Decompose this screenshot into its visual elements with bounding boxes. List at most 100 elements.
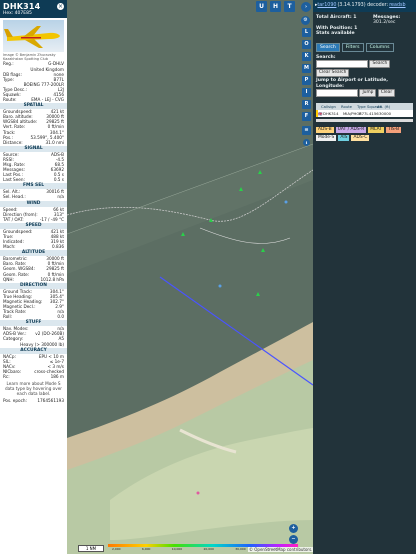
field-value: 1764561193	[37, 398, 64, 404]
field-label: Type:	[3, 76, 15, 82]
scale-tick: 6,000	[141, 547, 151, 551]
airplane-photo-icon	[4, 26, 60, 48]
map-button-h[interactable]: H	[270, 1, 281, 12]
toggle-button-l[interactable]: L	[302, 28, 311, 37]
clear-search-button[interactable]: Clear Search	[316, 69, 350, 78]
column-header[interactable]: Route	[341, 104, 357, 109]
field-row: Heavy (> 300000 lb)	[0, 342, 67, 347]
map-button-t[interactable]: T	[284, 1, 295, 12]
toggle-button-i[interactable]: I	[302, 88, 311, 97]
map-button-u[interactable]: U	[256, 1, 267, 12]
image-credit: Image © Benjamin Zhuravsky Kazakhstan Sp…	[3, 53, 56, 62]
field-label: TAT / OAT:	[3, 216, 24, 222]
field-label: Reg.:	[3, 61, 14, 67]
field-row: TAT / OAT: -17 / -49 °C	[0, 217, 67, 222]
stats-link[interactable]: Stats available	[316, 31, 413, 36]
column-header[interactable]: Alt. (ft)	[377, 104, 392, 109]
legend-item: AIS	[338, 135, 350, 142]
field-label: Route:	[3, 97, 17, 103]
toggle-button-f[interactable]: F	[302, 112, 311, 121]
aircraft-table: Callsign Route Type Squawk Alt. (ft) 🇬🇧 …	[316, 103, 413, 118]
field-label: Pos. epoch:	[3, 398, 27, 404]
field-label: Mach:	[3, 244, 16, 250]
legend-item: MLAT	[368, 127, 384, 134]
field-label: Sel. Head.:	[3, 194, 26, 200]
field-value: 31.0 nmi	[45, 139, 64, 145]
field-row: Mach: 0.836	[0, 244, 67, 249]
legend-item: Mode-S	[316, 135, 337, 142]
field-value: 0.0	[57, 314, 64, 320]
search-panel: Search: Search Clear Search Jump to Airp…	[313, 52, 416, 101]
field-label: Distance:	[3, 139, 23, 145]
map-attribution[interactable]: © OpenStreetMap contributors.	[248, 547, 314, 552]
field-row: Distance: 31.0 nmi	[0, 140, 67, 145]
scale-tick: 2,000	[112, 547, 121, 551]
aircraft-header: DHK314 Hex: 407E85 ×	[0, 0, 67, 18]
cell-squawk: 4156	[369, 111, 379, 117]
tab-columns[interactable]: Columns	[365, 42, 394, 52]
scale-tick: 20,000	[203, 547, 214, 551]
table-scrollbar[interactable]	[316, 119, 413, 123]
toggle-button-p[interactable]: P	[302, 76, 311, 85]
close-icon[interactable]: ×	[57, 3, 64, 10]
field-value: 1012.8 hPa	[40, 276, 64, 282]
cell-type: B77L	[359, 111, 369, 117]
field-value: EMA - LEJ - CVG	[31, 97, 64, 103]
legend-item: ADS-B	[316, 127, 334, 134]
source-legend: ADS-B UAT / ADS-R MLAT TIS-B Mode-S AIS ADS-C	[313, 124, 416, 144]
hex-code: Hex: 407E85	[3, 11, 32, 16]
cell-callsign: DHK314	[323, 111, 339, 117]
collapse-sidebar-icon[interactable]: ›	[301, 2, 311, 12]
table-header: Callsign Route Type Squawk Alt. (ft)	[316, 103, 413, 111]
toggle-button-r[interactable]: R	[302, 100, 311, 109]
scale-tick: 10,000	[171, 547, 183, 551]
zoom-in-button[interactable]: +	[289, 524, 298, 533]
callsign: DHK314	[3, 2, 41, 11]
field-row: Route: EMA - LEJ - CVG	[0, 97, 67, 102]
zoom-out-button[interactable]: −	[289, 535, 298, 544]
pos-epoch-row: Pos. epoch: 1764561193	[0, 398, 67, 403]
learn-more-note: Learn more about Mode S data type by hov…	[4, 381, 63, 397]
settings-icon[interactable]: ⚙	[301, 16, 310, 25]
jump-button[interactable]: Jump	[359, 89, 377, 98]
field-value: 0.836	[52, 244, 64, 250]
cell-route: MIA/PHOF	[343, 111, 362, 117]
column-header[interactable]: Type	[357, 104, 367, 109]
toggle-button-m[interactable]: M	[302, 64, 311, 73]
table-row[interactable]: 🇬🇧 DHK314 MIA/PHOF B77L 4156 30000	[316, 110, 413, 118]
field-row: Roll: 0.0	[0, 314, 67, 319]
tab-filters[interactable]: Filters	[341, 42, 364, 52]
scale-tick: 30,000	[235, 547, 246, 551]
cell-altitude: 30000	[379, 111, 392, 117]
app-link[interactable]: tar1090	[317, 0, 336, 12]
decoder-link[interactable]: readsb	[389, 0, 405, 12]
jump-label: Jump to Airport or Latitude, Longitude:	[316, 78, 388, 89]
aircraft-info-panel: DHK314 Hex: 407E85 × Image © Benjamin Zh…	[0, 0, 67, 554]
right-sidebar: ▸ tar1090 (3.14.1793) decoder: readsb To…	[313, 0, 416, 554]
field-value: 0.5 s	[53, 177, 64, 183]
search-button[interactable]: Search	[369, 60, 391, 69]
jump-input[interactable]	[316, 89, 358, 98]
field-value: Heavy (> 300000 lb)	[20, 341, 64, 347]
column-header[interactable]: Squawk	[367, 104, 382, 109]
version-text: (3.14.1793) decoder:	[337, 3, 389, 8]
total-aircraft: Total Aircraft: 1	[316, 15, 357, 20]
tab-bar: Search Filters Columns	[313, 42, 416, 52]
field-label: Last Seen:	[3, 177, 25, 183]
field-row: QNH: 1012.8 hPa	[0, 277, 67, 282]
field-value: 186 m	[50, 374, 64, 379]
aircraft-photo[interactable]	[3, 20, 64, 52]
toggle-button-o[interactable]: O	[302, 40, 311, 49]
search-input[interactable]	[316, 60, 368, 69]
info-icon[interactable]: ℹ	[303, 139, 310, 146]
stats-block: Total Aircraft: 1 Messages: 301.2/sec Wi…	[313, 12, 416, 40]
legend-item: TIS-B	[385, 127, 402, 134]
column-header[interactable]: Callsign	[321, 104, 341, 109]
clear-jump-button[interactable]: Clear	[377, 89, 396, 98]
field-value: n/a	[57, 194, 64, 200]
field-label: QNH:	[3, 276, 14, 282]
field-row: Last Seen: 0.5 s	[0, 177, 67, 182]
layers-icon[interactable]: ≡	[302, 126, 311, 135]
tab-search[interactable]: Search	[316, 42, 340, 52]
toggle-button-k[interactable]: K	[302, 52, 311, 61]
